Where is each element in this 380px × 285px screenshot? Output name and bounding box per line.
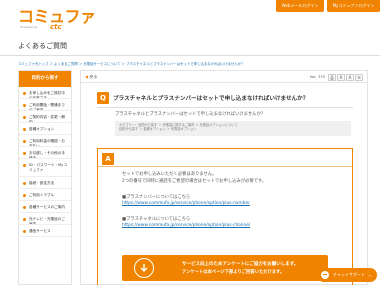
back-link[interactable]: ◀ 戻る: [85, 74, 97, 80]
font-large-icon[interactable]: A: [346, 73, 354, 81]
question-title: プラスチャネルとプラスナンバーはセットで申し込まなければいけませんか？: [113, 96, 309, 102]
bullet-icon: [23, 182, 26, 185]
plus-number-link[interactable]: https://www.commufa.jp/service/phone/opt…: [122, 201, 250, 206]
chevron-up-icon: ︿: [368, 272, 372, 277]
mycommufa-login-button[interactable]: Myコミュファログイン: [327, 0, 380, 12]
sidebar-item[interactable]: 各種サービスのご案内: [19, 201, 71, 213]
sidebar-heading: 目的から探す: [19, 71, 71, 87]
bullet-icon: [23, 206, 26, 209]
bullet-icon: [23, 128, 26, 131]
sidebar-item[interactable]: ご利用料金の確認・お支払い: [19, 135, 71, 147]
bullet-icon: [23, 116, 26, 119]
sidebar-item[interactable]: 通信サービス: [19, 225, 71, 237]
sidebar-item[interactable]: 接続・設定方法: [19, 177, 71, 189]
share-icon[interactable]: ✉: [355, 73, 363, 81]
chat-support-button[interactable]: チャットサポート ︿: [317, 268, 377, 282]
survey-text: サービス向上のためアンケートにご協力をお願いします。: [182, 262, 299, 267]
plus-channel-link[interactable]: https://www.commufa.jp/service/phone/opt…: [122, 223, 250, 228]
bullet-icon: [23, 218, 26, 221]
plus-number-label: ■プラスナンバーについてはこちら: [122, 195, 191, 200]
chat-icon: [321, 271, 329, 279]
question-body: プラスチャネルとプラスナンバーはセットで申し込まなければいけませんか？: [115, 112, 266, 117]
sidebar-item[interactable]: ID・パスワード・Myコミュファ: [19, 159, 71, 177]
answer-text: 2つの番号で同時に通話をご希望の場合はセットでお申し込みが必要です。: [122, 179, 267, 184]
bullet-icon: [23, 164, 26, 167]
faq-panel: ◀ 戻る No：370 ⎙ A A ✉ Q プラスチャネルとプラスナンバーはセッ…: [80, 70, 368, 285]
sidebar-item[interactable]: ご利用トラブル: [19, 189, 71, 201]
sidebar-item[interactable]: 各種オプション: [19, 123, 71, 135]
title-bar: よくあるご質問: [0, 38, 380, 56]
category-box: カテゴリー：目的から探す ＞ 光電話に関するご案内 ＞ 光電話オプションについて…: [115, 121, 351, 136]
site-header: コミュファ Powered by ctc Webメールログイン Myコミュファロ…: [0, 0, 380, 31]
print-icon[interactable]: ⎙: [328, 73, 336, 81]
toolbar: No：370 ⎙ A A ✉: [310, 73, 363, 81]
bullet-icon: [23, 104, 26, 107]
sidebar-item[interactable]: お引越し・その他の手続き: [19, 147, 71, 159]
bullet-icon: [23, 152, 26, 155]
survey-text: アンケートは本ページ下部よりご回答いただけます。: [182, 270, 285, 275]
sidebar-item[interactable]: 光テレビ・光電話のご案内: [19, 213, 71, 225]
bullet-icon: [23, 140, 26, 143]
sidebar-item[interactable]: ご契約内容・変更・解約: [19, 111, 71, 123]
sidebar-item[interactable]: ご利用開始・開通までのご案内: [19, 99, 71, 111]
survey-banner[interactable]: サービス向上のためアンケートにご協力をお願いします。 アンケートは本ページ下部よ…: [122, 255, 328, 281]
sidebar-item[interactable]: お申し込みをご検討中のお客さま: [19, 87, 71, 99]
sidebar: 目的から探す お申し込みをご検討中のお客さま ご利用開始・開通までのご案内 ご契…: [18, 70, 72, 285]
bullet-icon: [23, 194, 26, 197]
divider: [97, 107, 353, 108]
divider: [81, 82, 367, 83]
breadcrumb[interactable]: コミュファ光トップ ＞ よくあるご質問 ＞ 光電話サービスについて ＞ プラスチ…: [18, 61, 368, 66]
category-line[interactable]: 目的から探す ＞ 各種オプション ＞ 光電話オプション: [119, 127, 347, 131]
arrow-down-circle-icon: [134, 258, 154, 278]
answer-frame: A セットでお申し込みいただく必要はありません。 2つの番号で同時に通話をご希望…: [97, 148, 353, 285]
answer-text: セットでお申し込みいただく必要はありません。: [122, 172, 217, 177]
bullet-icon: [23, 92, 26, 95]
webmail-login-button[interactable]: Webメールログイン: [276, 0, 324, 12]
page-title: よくあるご質問: [18, 42, 67, 50]
font-small-icon[interactable]: A: [337, 73, 345, 81]
faq-number: No：370: [310, 74, 325, 79]
question-badge: Q: [97, 92, 109, 104]
divider: [98, 166, 352, 167]
bullet-icon: [23, 230, 26, 233]
plus-channel-label: ■プラスチャネルについてはこちら: [122, 217, 191, 222]
logo-sub: Powered by: [20, 25, 38, 29]
answer-badge: A: [102, 153, 114, 165]
logo-brand: ctc: [50, 23, 62, 31]
